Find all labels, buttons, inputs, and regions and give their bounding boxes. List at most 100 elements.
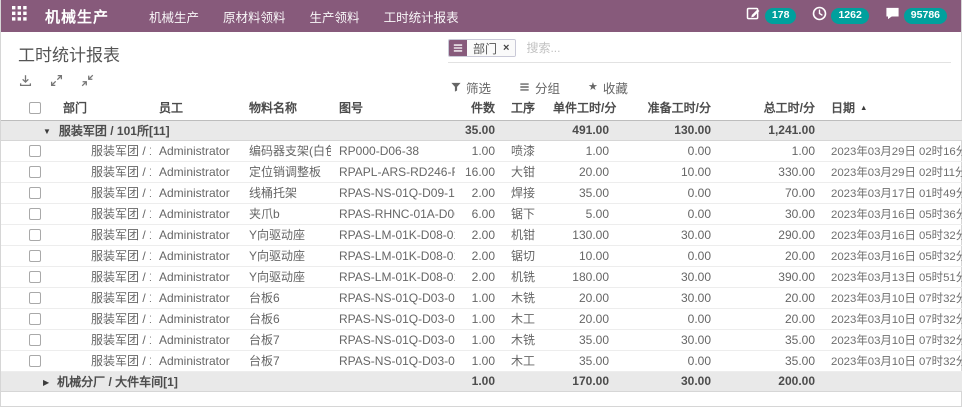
group-label: 机械分厂 / 大件车间[1] bbox=[57, 375, 178, 389]
table-row[interactable]: 服装军团 / 101所 Administrator 夹爪b RPAS-RHNC-… bbox=[1, 203, 962, 224]
systray-notes[interactable]: 178 bbox=[746, 6, 797, 26]
table-row[interactable]: 服装军团 / 101所 Administrator 编码器支架(白色) RP00… bbox=[1, 140, 962, 161]
table-row[interactable]: 服装军团 / 101所 Administrator 台板6 RPAS-NS-01… bbox=[1, 287, 962, 308]
cell-material: 编码器支架(白色) bbox=[241, 140, 331, 161]
group-row[interactable]: ▶机械分厂 / 大件车间[1] 1.00 170.00 30.00 200.00 bbox=[1, 371, 962, 391]
row-checkbox[interactable] bbox=[29, 145, 41, 157]
cell-process: 大钳 bbox=[503, 161, 545, 182]
cell-unit-time: 180.00 bbox=[545, 266, 617, 287]
group-total-total-time: 200.00 bbox=[719, 371, 823, 391]
table-row[interactable]: 服装军团 / 101所 Administrator 台板6 RPAS-NS-01… bbox=[1, 308, 962, 329]
search-input[interactable] bbox=[524, 40, 951, 56]
column-header-drawing-number[interactable]: 图号 bbox=[331, 95, 455, 120]
cell-quantity: 1.00 bbox=[455, 308, 503, 329]
group-total-prep-time: 30.00 bbox=[617, 371, 719, 391]
notes-count-badge: 178 bbox=[765, 8, 797, 24]
cell-employee: Administrator bbox=[151, 182, 241, 203]
cell-total-time: 30.00 bbox=[719, 203, 823, 224]
groupby-facet-icon bbox=[449, 40, 467, 56]
expand-all-button[interactable] bbox=[50, 74, 63, 87]
view-buttons bbox=[19, 74, 94, 87]
row-checkbox[interactable] bbox=[29, 250, 41, 262]
cell-department: 服装军团 / 101所 bbox=[57, 329, 151, 350]
column-header-date[interactable]: 日期▲ bbox=[823, 95, 962, 120]
cell-department: 服装军团 / 101所 bbox=[57, 161, 151, 182]
cell-quantity: 6.00 bbox=[455, 203, 503, 224]
cell-date: 2023年03月16日 05时32分34秒 bbox=[823, 224, 962, 245]
table-row[interactable]: 服装军团 / 101所 Administrator 台板7 RPAS-NS-01… bbox=[1, 329, 962, 350]
cell-prep-time: 30.00 bbox=[617, 329, 719, 350]
cell-employee: Administrator bbox=[151, 161, 241, 182]
table-row[interactable]: 服装军团 / 101所 Administrator 定位销调整板 RPAPL-A… bbox=[1, 161, 962, 182]
export-download-button[interactable] bbox=[19, 74, 32, 87]
column-header-total-time[interactable]: 总工时/分 bbox=[719, 95, 823, 120]
table-row[interactable]: 服装军团 / 101所 Administrator Y向驱动座 RPAS-LM-… bbox=[1, 245, 962, 266]
favorites-button[interactable]: ★ 收藏 bbox=[588, 78, 628, 97]
cell-total-time: 390.00 bbox=[719, 266, 823, 287]
cell-total-time: 20.00 bbox=[719, 308, 823, 329]
row-checkbox[interactable] bbox=[29, 313, 41, 325]
top-menu: 机械生产 原材料领料 生产领料 工时统计报表 bbox=[149, 7, 459, 26]
column-header-unit-time[interactable]: 单件工时/分 bbox=[545, 95, 617, 120]
cell-process: 机铣 bbox=[503, 266, 545, 287]
cell-unit-time: 20.00 bbox=[545, 308, 617, 329]
row-checkbox[interactable] bbox=[29, 334, 41, 346]
row-checkbox[interactable] bbox=[29, 187, 41, 199]
cell-drawing-number: RPAS-LM-01K-D08-01 bbox=[331, 224, 455, 245]
cell-department: 服装军团 / 101所 bbox=[57, 224, 151, 245]
collapse-all-button[interactable] bbox=[81, 74, 94, 87]
apps-menu-button[interactable] bbox=[1, 0, 37, 32]
cell-prep-time: 0.00 bbox=[617, 308, 719, 329]
table-row[interactable]: 服装军团 / 101所 Administrator Y向驱动座 RPAS-LM-… bbox=[1, 266, 962, 287]
search-facet-department: 部门 × bbox=[448, 39, 516, 57]
menu-item-machinery-production[interactable]: 机械生产 bbox=[149, 7, 199, 26]
systray-activities[interactable]: 1262 bbox=[812, 6, 868, 26]
row-checkbox[interactable] bbox=[29, 166, 41, 178]
cell-material: Y向驱动座 bbox=[241, 224, 331, 245]
groupby-button[interactable]: 分组 bbox=[519, 78, 560, 97]
column-header-employee[interactable]: 员工 bbox=[151, 95, 241, 120]
menu-item-raw-material-picking[interactable]: 原材料领料 bbox=[223, 7, 286, 26]
row-checkbox[interactable] bbox=[29, 271, 41, 283]
column-header-prep-time[interactable]: 准备工时/分 bbox=[617, 95, 719, 120]
group-caret-icon: ▶ bbox=[43, 378, 49, 387]
column-header-department[interactable]: 部门 bbox=[57, 95, 151, 120]
menu-item-production-picking[interactable]: 生产领料 bbox=[310, 7, 360, 26]
cell-prep-time: 0.00 bbox=[617, 140, 719, 161]
app-title[interactable]: 机械生产 bbox=[45, 6, 109, 27]
cell-unit-time: 20.00 bbox=[545, 287, 617, 308]
cell-total-time: 1.00 bbox=[719, 140, 823, 161]
group-total-quantity: 35.00 bbox=[455, 120, 503, 140]
row-checkbox[interactable] bbox=[29, 229, 41, 241]
table-row[interactable]: 服装军团 / 101所 Administrator 线桶托架 RPAS-NS-0… bbox=[1, 182, 962, 203]
group-row[interactable]: ▼服装军团 / 101所[11] 35.00 491.00 130.00 1,2… bbox=[1, 120, 962, 140]
row-checkbox[interactable] bbox=[29, 355, 41, 367]
systray-messages[interactable]: 95786 bbox=[885, 6, 947, 26]
cell-date: 2023年03月10日 07时32分43秒 bbox=[823, 308, 962, 329]
cell-employee: Administrator bbox=[151, 266, 241, 287]
search-options: 筛选 分组 ★ 收藏 bbox=[451, 78, 628, 97]
work-hours-table: 部门 员工 物料名称 图号 件数 工序 单件工时/分 准备工时/分 总工时/分 … bbox=[1, 95, 962, 392]
select-all-checkbox[interactable] bbox=[29, 102, 41, 114]
row-checkbox[interactable] bbox=[29, 292, 41, 304]
cell-process: 木铣 bbox=[503, 329, 545, 350]
column-header-process[interactable]: 工序 bbox=[503, 95, 545, 120]
sort-ascending-icon: ▲ bbox=[860, 103, 867, 112]
facet-remove-icon[interactable]: × bbox=[503, 43, 509, 54]
cell-quantity: 1.00 bbox=[455, 350, 503, 371]
cell-department: 服装军团 / 101所 bbox=[57, 266, 151, 287]
column-header-material[interactable]: 物料名称 bbox=[241, 95, 331, 120]
column-header-quantity[interactable]: 件数 bbox=[455, 95, 503, 120]
clock-icon bbox=[812, 6, 827, 26]
row-checkbox[interactable] bbox=[29, 208, 41, 220]
group-total-prep-time: 130.00 bbox=[617, 120, 719, 140]
cell-quantity: 2.00 bbox=[455, 182, 503, 203]
menu-item-work-hours-report[interactable]: 工时统计报表 bbox=[384, 7, 459, 26]
cell-department: 服装军团 / 101所 bbox=[57, 182, 151, 203]
table-row[interactable]: 服装军团 / 101所 Administrator 台板7 RPAS-NS-01… bbox=[1, 350, 962, 371]
filters-button[interactable]: 筛选 bbox=[451, 78, 491, 97]
table-row[interactable]: 服装军团 / 101所 Administrator Y向驱动座 RPAS-LM-… bbox=[1, 224, 962, 245]
cell-employee: Administrator bbox=[151, 329, 241, 350]
group-caret-icon: ▼ bbox=[43, 127, 51, 136]
cell-prep-time: 10.00 bbox=[617, 161, 719, 182]
